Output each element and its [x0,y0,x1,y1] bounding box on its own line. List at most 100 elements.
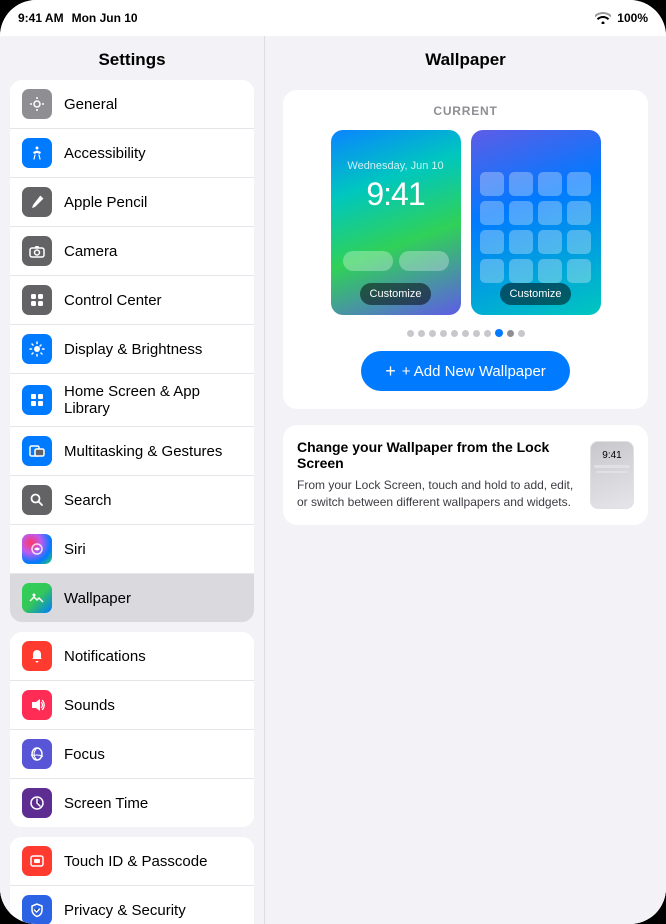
dot-5 [451,330,458,337]
general-icon [22,89,52,119]
sidebar-item-screentime[interactable]: Screen Time [10,779,254,827]
lock-screen-preview[interactable]: Wednesday, Jun 10 9:41 Customize [331,130,461,315]
time-display: 9:41 AM [18,11,64,25]
homescreen-label: Home Screen & App Library [64,383,242,417]
sidebar-item-touchid[interactable]: Touch ID & Passcode [10,837,254,886]
sidebar-item-homescreen[interactable]: Home Screen & App Library [10,374,254,427]
screentime-icon [22,788,52,818]
wallpaper-previews: Wednesday, Jun 10 9:41 Customize [297,130,634,315]
date-display: Mon Jun 10 [72,11,138,25]
info-thumb: 9:41 [590,441,634,509]
dot-3 [429,330,436,337]
sidebar-item-wallpaper[interactable]: Wallpaper [10,574,254,622]
sidebar: Settings General Accessibility [0,36,265,924]
accessibility-label: Accessibility [64,145,146,162]
wallpaper-icon [22,583,52,613]
lock-customize-btn[interactable]: Customize [360,283,432,305]
wallpaper-label: Wallpaper [64,590,131,607]
siri-label: Siri [64,541,86,558]
touchid-label: Touch ID & Passcode [64,853,207,870]
dot-2 [418,330,425,337]
info-card-title: Change your Wallpaper from the Lock Scre… [297,439,578,471]
home-icons-grid [480,172,591,283]
battery-display: 100% [617,11,648,25]
home-screen-preview[interactable]: Customize [471,130,601,315]
multitasking-icon [22,436,52,466]
focus-icon [22,739,52,769]
pagination-dots [297,329,634,337]
info-card-body: From your Lock Screen, touch and hold to… [297,477,578,511]
multitasking-label: Multitasking & Gestures [64,443,222,460]
apple-pencil-label: Apple Pencil [64,194,147,211]
main-title: Wallpaper [265,36,666,80]
sidebar-item-search[interactable]: Search [10,476,254,525]
sidebar-title: Settings [0,36,264,80]
sidebar-item-notifications[interactable]: Notifications [10,632,254,681]
display-icon [22,334,52,364]
dot-7 [473,330,480,337]
dot-9-active [495,329,503,337]
info-text: Change your Wallpaper from the Lock Scre… [297,439,578,511]
camera-label: Camera [64,243,117,260]
current-label: CURRENT [297,104,634,118]
siri-icon [22,534,52,564]
search-icon [22,485,52,515]
add-icon: + [385,362,396,380]
sidebar-list: General Accessibility Apple Pencil [0,80,264,924]
sidebar-item-apple-pencil[interactable]: Apple Pencil [10,178,254,227]
sidebar-section-2: Notifications Sounds Focus [10,632,254,827]
add-wallpaper-button[interactable]: + + Add New Wallpaper [361,351,570,391]
sidebar-item-control-center[interactable]: Control Center [10,276,254,325]
screentime-label: Screen Time [64,795,148,812]
sidebar-item-camera[interactable]: Camera [10,227,254,276]
sounds-icon [22,690,52,720]
notifications-label: Notifications [64,648,146,665]
sidebar-item-privacy[interactable]: Privacy & Security [10,886,254,924]
content-area: Settings General Accessibility [0,36,666,924]
home-customize-btn[interactable]: Customize [500,283,572,305]
sounds-label: Sounds [64,697,115,714]
info-card: Change your Wallpaper from the Lock Scre… [283,425,648,525]
sidebar-item-siri[interactable]: Siri [10,525,254,574]
dot-4 [440,330,447,337]
lock-time: 9:41 [366,176,424,213]
control-center-icon [22,285,52,315]
info-thumb-bar2 [596,471,628,473]
sidebar-item-general[interactable]: General [10,80,254,129]
search-label: Search [64,492,112,509]
focus-label: Focus [64,746,105,763]
lock-date: Wednesday, Jun 10 [347,160,443,172]
control-center-label: Control Center [64,292,162,309]
dot-1 [407,330,414,337]
info-thumb-time: 9:41 [602,450,621,461]
dot-11 [518,330,525,337]
info-thumb-bar [594,465,630,468]
touchid-icon [22,846,52,876]
main-content: Wallpaper CURRENT Wednesday, Jun 10 9:41 [265,36,666,924]
notifications-icon [22,641,52,671]
sidebar-item-focus[interactable]: Focus [10,730,254,779]
sidebar-item-multitasking[interactable]: Multitasking & Gestures [10,427,254,476]
wifi-icon [595,12,611,24]
status-bar: 9:41 AM Mon Jun 10 100% [0,0,666,36]
add-wallpaper-label: + Add New Wallpaper [402,363,546,380]
sidebar-section-1: General Accessibility Apple Pencil [10,80,254,622]
accessibility-icon [22,138,52,168]
dot-8 [484,330,491,337]
dot-6 [462,330,469,337]
main-scroll: CURRENT Wednesday, Jun 10 9:41 Customize [265,80,666,924]
pencil-icon [22,187,52,217]
dot-10 [507,330,514,337]
display-label: Display & Brightness [64,341,202,358]
sidebar-item-accessibility[interactable]: Accessibility [10,129,254,178]
general-label: General [64,96,117,113]
sidebar-section-3: Touch ID & Passcode Privacy & Security [10,837,254,924]
sidebar-item-display[interactable]: Display & Brightness [10,325,254,374]
camera-icon [22,236,52,266]
homescreen-icon [22,385,52,415]
privacy-label: Privacy & Security [64,902,186,919]
device-frame: 9:41 AM Mon Jun 10 100% Settings [0,0,666,924]
lock-widgets [335,243,457,279]
sidebar-item-sounds[interactable]: Sounds [10,681,254,730]
privacy-icon [22,895,52,924]
